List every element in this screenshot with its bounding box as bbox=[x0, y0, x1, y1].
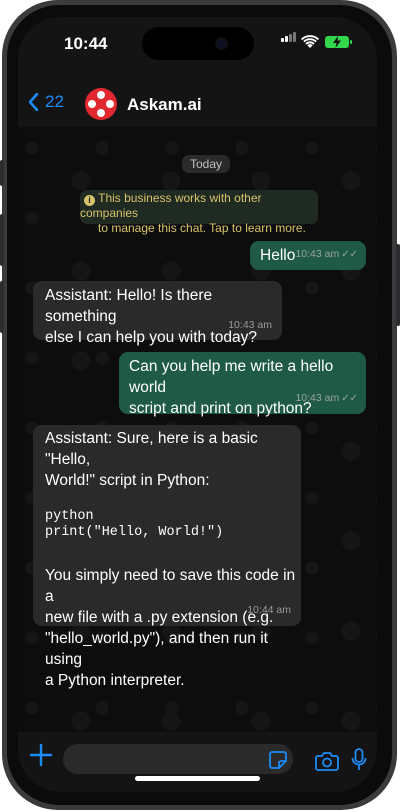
chat-title[interactable]: Askam.ai bbox=[127, 95, 202, 115]
message-input[interactable] bbox=[63, 744, 293, 774]
wifi-icon bbox=[301, 35, 319, 48]
read-ticks-icon: ✓✓ bbox=[341, 393, 358, 404]
microphone-icon[interactable] bbox=[351, 748, 367, 772]
message-text-line: "hello_world.py"), and then run it using bbox=[45, 630, 268, 668]
read-ticks-icon: ✓✓ bbox=[341, 249, 358, 260]
status-time: 10:44 bbox=[64, 34, 108, 53]
message-time: 10:43 am bbox=[228, 319, 272, 331]
volume-up-button bbox=[0, 214, 4, 266]
message-time: 10:44 am bbox=[247, 604, 291, 616]
camera-icon[interactable] bbox=[315, 751, 339, 771]
unread-count: 22 bbox=[45, 92, 64, 111]
action-button bbox=[0, 160, 4, 186]
status-bar: 10:44 bbox=[18, 17, 377, 77]
dynamic-island bbox=[142, 27, 254, 60]
message-bubble-outgoing[interactable]: Hello 10:43 am ✓✓ bbox=[250, 241, 366, 270]
chevron-left-icon bbox=[28, 93, 39, 111]
message-text-line: a Python interpreter. bbox=[45, 672, 185, 689]
message-meta: 10:43 am ✓✓ bbox=[295, 244, 358, 265]
power-button bbox=[396, 244, 400, 326]
back-button[interactable]: 22 bbox=[28, 92, 64, 112]
info-icon: i bbox=[84, 195, 95, 206]
battery-icon bbox=[325, 36, 352, 48]
message-text: Hello bbox=[260, 247, 296, 264]
notice-line-1: This business works with other companies bbox=[80, 191, 262, 220]
charging-bolt-icon bbox=[333, 36, 341, 48]
message-text-line: World!" script in Python: bbox=[45, 472, 210, 489]
screen: 10:44 22 Askam.ai Today i This business … bbox=[18, 17, 377, 792]
code-line: python bbox=[45, 509, 94, 524]
date-separator: Today bbox=[182, 155, 230, 173]
message-time: 10:43 am bbox=[295, 248, 340, 260]
message-list[interactable]: Today i This business works with other c… bbox=[18, 127, 377, 732]
notice-line-2: to manage this chat. Tap to learn more. bbox=[98, 221, 306, 235]
home-indicator[interactable] bbox=[135, 776, 260, 781]
camera-lens bbox=[217, 39, 226, 48]
plus-icon[interactable] bbox=[28, 742, 54, 768]
message-bubble-outgoing[interactable]: Can you help me write a hello world scri… bbox=[119, 352, 366, 417]
volume-down-button bbox=[0, 281, 4, 333]
chat-header: 22 Askam.ai bbox=[18, 77, 377, 127]
message-time: 10:43 am bbox=[295, 392, 340, 404]
message-meta: 10:43 am ✓✓ bbox=[295, 388, 358, 409]
composer-bar bbox=[18, 732, 377, 792]
avatar[interactable] bbox=[85, 88, 117, 120]
code-line: print("Hello, World!") bbox=[45, 525, 224, 540]
sticker-icon[interactable] bbox=[268, 750, 288, 770]
message-bubble-incoming[interactable]: Assistant: Sure, here is a basic "Hello,… bbox=[33, 425, 301, 689]
message-bubble-incoming[interactable]: Assistant: Hello! Is there something els… bbox=[33, 281, 282, 346]
business-notice[interactable]: i This business works with other compani… bbox=[80, 190, 318, 235]
message-text-line: Assistant: Sure, here is a basic "Hello, bbox=[45, 430, 258, 468]
